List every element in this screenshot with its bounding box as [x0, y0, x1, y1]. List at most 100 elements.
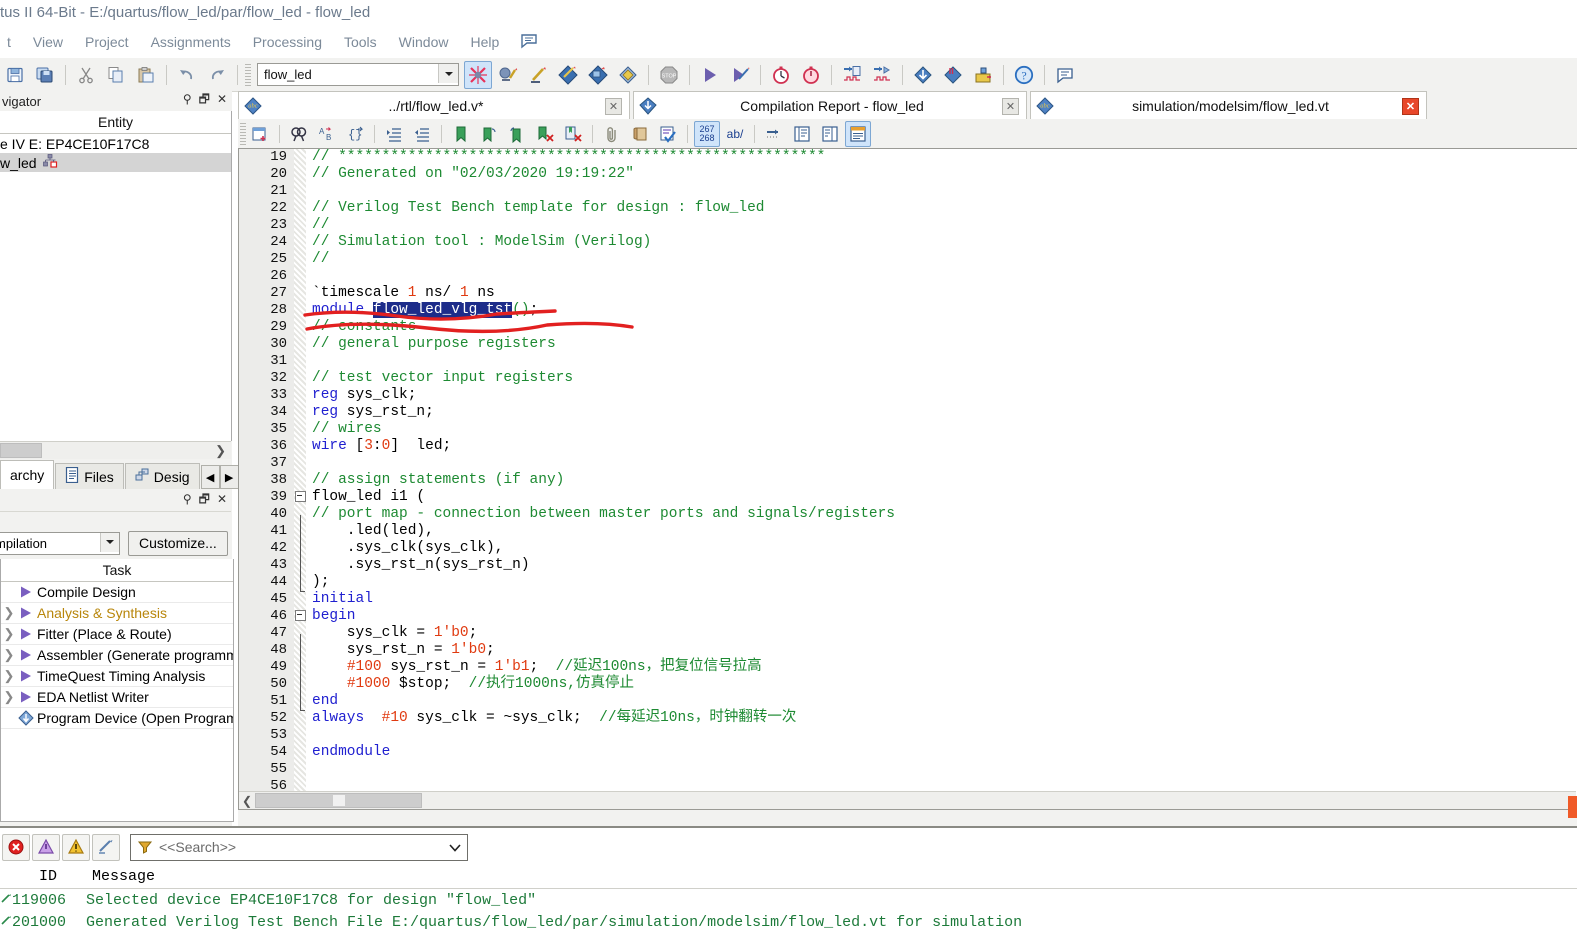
dock-splitter[interactable]	[0, 826, 1577, 828]
code-line[interactable]: 30 // general purpose registers	[239, 336, 1577, 353]
bookmark-add-icon[interactable]	[448, 121, 474, 147]
timequest-icon[interactable]	[797, 61, 825, 89]
code-fold-icon[interactable]	[817, 121, 843, 147]
bookmark-clear-all-icon[interactable]	[560, 121, 586, 147]
save-icon[interactable]	[1, 61, 29, 89]
code-line[interactable]: 32 // test vector input registers	[239, 370, 1577, 387]
code-line[interactable]: 34 reg sys_rst_n;	[239, 404, 1577, 421]
insert-template-icon[interactable]	[247, 121, 273, 147]
code-line[interactable]: 35 // wires	[239, 421, 1577, 438]
compilation-stop-x-icon[interactable]	[464, 60, 492, 89]
column-message[interactable]: Message	[84, 868, 155, 885]
code-line[interactable]: 21	[239, 183, 1577, 200]
code-line[interactable]: 20 // Generated on "02/03/2020 19:19:22"	[239, 166, 1577, 183]
code-editor[interactable]: 19 // ***********************************…	[238, 148, 1577, 810]
code-line[interactable]: 37	[239, 455, 1577, 472]
info-filter-icon[interactable]	[92, 833, 120, 861]
chevron-down-icon[interactable]	[100, 532, 119, 552]
tab-prev-button[interactable]: ◀	[200, 465, 220, 489]
fold-marker[interactable]	[294, 489, 306, 506]
float-icon[interactable]: 🗗	[199, 493, 210, 505]
editor-toolbar-grip[interactable]	[240, 122, 246, 145]
code-line[interactable]: 28 module flow_led_vlg_tst();	[239, 302, 1577, 319]
programmer-pin-icon[interactable]	[939, 61, 967, 89]
chevron-right-icon[interactable]: ❯	[215, 443, 226, 459]
expand-chevron-icon[interactable]: ❯	[1, 689, 17, 705]
word-wrap-icon[interactable]	[761, 121, 787, 147]
run-arrow-icon[interactable]	[17, 669, 35, 683]
code-line[interactable]: 41 .led(led),	[239, 523, 1577, 549]
code-line[interactable]: 36 wire [3:0] led;	[239, 438, 1577, 455]
code-line[interactable]: 46 begin	[239, 608, 1577, 625]
ab-slash-icon[interactable]: ab/	[722, 121, 748, 147]
chevron-down-icon[interactable]	[438, 64, 458, 83]
chevron-down-icon[interactable]	[449, 840, 461, 855]
messages-icon[interactable]	[1051, 61, 1079, 89]
show-all-icon[interactable]	[845, 120, 871, 147]
fold-marker[interactable]	[294, 608, 306, 625]
pin-icon[interactable]: ⚲	[183, 93, 192, 105]
message-row[interactable]: 201000 Generated Verilog Test Bench File …	[0, 911, 1577, 933]
task-row[interactable]: ❯ Assembler (Generate programmin	[1, 645, 233, 666]
cut-icon[interactable]	[72, 61, 100, 89]
run-arrow-icon[interactable]	[17, 648, 35, 662]
task-row[interactable]: Program Device (Open Programmer	[1, 708, 233, 729]
code-line[interactable]: 45 initial	[239, 591, 1577, 608]
compile-layers-icon[interactable]	[614, 61, 642, 89]
menu-item-help[interactable]: Help	[459, 32, 510, 52]
code-line[interactable]: 25 //	[239, 251, 1577, 268]
pin-icon[interactable]: ⚲	[183, 493, 192, 505]
program-device-icon[interactable]	[17, 710, 35, 726]
code-line[interactable]: 53	[239, 727, 1577, 744]
code-line[interactable]: 22 // Verilog Test Bench template for des…	[239, 200, 1577, 217]
code-line[interactable]: 47 sys_clk = 1'b0;	[239, 625, 1577, 651]
navigator-tab-archy[interactable]: archy	[0, 460, 55, 489]
entity-tree-row[interactable]: w_led	[0, 153, 231, 172]
project-revision-combo[interactable]: flow_led	[257, 63, 459, 86]
error-filter-icon[interactable]	[2, 833, 30, 861]
compile-design-icon[interactable]	[554, 61, 582, 89]
navigator-tab-desig[interactable]: Desig	[124, 463, 200, 489]
code-line[interactable]: 33 reg sys_clk;	[239, 387, 1577, 404]
code-line[interactable]: 29 // constants	[239, 319, 1577, 336]
code-line[interactable]: 27 `timescale 1 ns/ 1 ns	[239, 285, 1577, 302]
run-flow-icon[interactable]	[726, 61, 754, 89]
close-icon[interactable]: ✕	[217, 93, 227, 105]
task-row[interactable]: ❯ EDA Netlist Writer	[1, 687, 233, 708]
save-all-icon[interactable]	[31, 61, 59, 89]
run-arrow-icon[interactable]	[17, 690, 35, 704]
bookmark-prev-icon[interactable]	[504, 121, 530, 147]
expand-chevron-icon[interactable]: ❯	[1, 668, 17, 684]
stop-icon[interactable]: STOP	[655, 61, 683, 89]
copy-icon[interactable]	[102, 61, 130, 89]
code-line[interactable]: 31	[239, 353, 1577, 370]
tab-next-button[interactable]: ▶	[219, 465, 239, 489]
code-line[interactable]: 40 // port map - connection between maste…	[239, 506, 1577, 532]
editor-hscrollbar[interactable]: ❮	[239, 791, 1576, 809]
float-icon[interactable]: 🗗	[199, 93, 210, 105]
chip-planner-icon[interactable]	[969, 61, 997, 89]
bookmark-clear-icon[interactable]	[532, 121, 558, 147]
toolbar-grip[interactable]	[245, 63, 251, 86]
flow-select-combo[interactable]: mpilation	[0, 531, 120, 555]
task-column-header[interactable]: Task	[1, 559, 233, 582]
menu-item-t[interactable]: t	[0, 32, 22, 52]
customize-button[interactable]: Customize...	[128, 530, 228, 556]
code-line[interactable]: 42 .sys_clk(sys_clk),	[239, 540, 1577, 566]
attach-icon[interactable]	[599, 121, 625, 147]
close-icon[interactable]: ✕	[217, 493, 227, 505]
tab-simulation-flow-led-vt[interactable]: abc simulation/modelsim/flow_led.vt ✕	[1030, 91, 1427, 121]
increase-indent-icon[interactable]	[381, 121, 407, 147]
task-row[interactable]: ❯ Fitter (Place & Route)	[1, 624, 233, 645]
timing-analyzer-icon[interactable]	[767, 61, 795, 89]
navigator-hscrollbar[interactable]: ❯	[0, 441, 231, 459]
decrease-indent-icon[interactable]	[409, 121, 435, 147]
start-compilation-icon[interactable]	[584, 61, 612, 89]
syntax-check-icon[interactable]	[655, 121, 681, 147]
chevron-left-icon[interactable]: ❮	[239, 794, 255, 808]
navigator-tab-files[interactable]: Files	[55, 463, 124, 489]
bookmark-next-icon[interactable]	[476, 121, 502, 147]
close-icon[interactable]: ✕	[605, 97, 622, 115]
code-line[interactable]: 26	[239, 268, 1577, 285]
code-line[interactable]: 51 end	[239, 693, 1577, 711]
